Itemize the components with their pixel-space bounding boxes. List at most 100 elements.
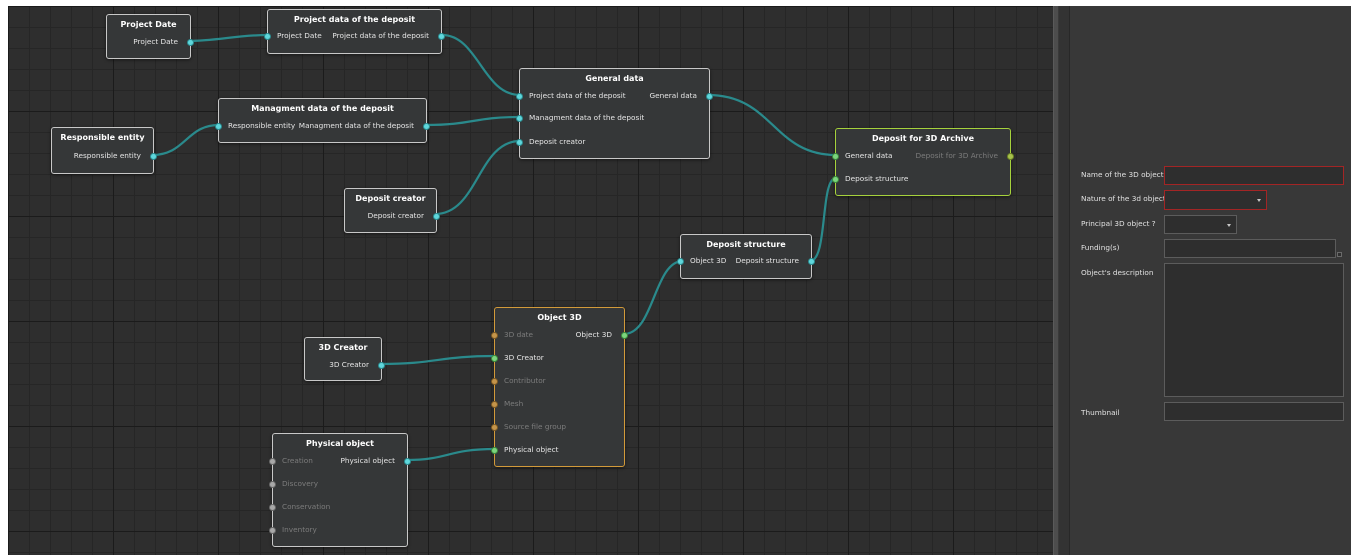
input-port-label: Discovery bbox=[282, 479, 319, 488]
node-title: Project data of the deposit bbox=[293, 15, 416, 24]
output-port-label: Physical object bbox=[340, 456, 396, 465]
input-pin[interactable] bbox=[677, 257, 684, 265]
output-pin[interactable] bbox=[378, 361, 385, 369]
node-title: Deposit creator bbox=[355, 194, 426, 203]
input-port-label: Managment data of the deposit bbox=[529, 113, 645, 122]
output-pin[interactable] bbox=[621, 331, 628, 339]
output-pin[interactable] bbox=[404, 457, 411, 465]
output-pin[interactable] bbox=[1007, 152, 1014, 160]
wire-responsible-entity bbox=[151, 123, 220, 157]
output-pin[interactable] bbox=[423, 122, 430, 130]
wire-deposit-structure bbox=[809, 176, 837, 263]
node-title: Deposit structure bbox=[706, 240, 786, 249]
node-title: Responsible entity bbox=[60, 133, 145, 142]
output-pin[interactable] bbox=[438, 32, 445, 40]
funding-label: Funding(s) bbox=[1081, 243, 1120, 252]
node-title: Project Date bbox=[120, 20, 177, 29]
wire-project-date bbox=[185, 33, 269, 43]
funding-input[interactable] bbox=[1164, 239, 1336, 258]
node-title: Physical object bbox=[306, 439, 374, 448]
input-pin[interactable] bbox=[491, 377, 498, 385]
input-pin[interactable] bbox=[832, 175, 839, 183]
panel-gutter bbox=[1059, 6, 1070, 555]
nature-select[interactable] bbox=[1164, 190, 1267, 210]
input-pin[interactable] bbox=[269, 457, 276, 465]
input-pin[interactable] bbox=[491, 354, 498, 362]
node-project-data[interactable]: Project data of the deposit Project Date… bbox=[264, 9, 445, 54]
node-physical-object[interactable]: Physical object Creation Discovery Conse… bbox=[269, 433, 411, 547]
node-deposit-creator[interactable]: Deposit creator Deposit creator bbox=[344, 188, 440, 233]
input-pin[interactable] bbox=[269, 503, 276, 511]
node-deposit-archive[interactable]: Deposit for 3D Archive General data Depo… bbox=[832, 128, 1014, 196]
node-general-data[interactable]: General data Project data of the deposit… bbox=[516, 68, 713, 159]
output-port-label: Project data of the deposit bbox=[332, 31, 429, 40]
principal-label: Principal 3D object ? bbox=[1081, 219, 1156, 228]
input-pin[interactable] bbox=[516, 138, 523, 146]
wire-general-data bbox=[707, 93, 837, 157]
input-pin[interactable] bbox=[491, 400, 498, 408]
output-port-label: Deposit creator bbox=[367, 211, 424, 220]
wire-physical-object bbox=[406, 447, 496, 462]
node-title: Managment data of the deposit bbox=[251, 104, 394, 113]
description-textarea[interactable] bbox=[1164, 263, 1344, 397]
wire-object-3d bbox=[623, 259, 684, 336]
input-pin[interactable] bbox=[491, 423, 498, 431]
name-label: Name of the 3D object bbox=[1081, 170, 1164, 179]
node-responsible-entity[interactable]: Responsible entity Responsible entity bbox=[51, 127, 157, 174]
wire-managment-data bbox=[425, 115, 521, 127]
output-pin[interactable] bbox=[187, 38, 194, 46]
input-pin[interactable] bbox=[264, 32, 271, 40]
output-pin[interactable] bbox=[706, 92, 713, 100]
input-pin[interactable] bbox=[269, 480, 276, 488]
input-port-label: Contributor bbox=[504, 376, 546, 385]
output-port-label: Managment data of the deposit bbox=[298, 121, 414, 130]
node-graph-canvas[interactable]: Project Date Project Date Project data o… bbox=[8, 6, 1053, 555]
input-pin[interactable] bbox=[832, 152, 839, 160]
node-project-date[interactable]: Project Date Project Date bbox=[106, 14, 194, 59]
wire-3d-creator bbox=[378, 354, 496, 366]
principal-select[interactable] bbox=[1164, 215, 1237, 234]
input-port-label: Project Date bbox=[277, 31, 322, 40]
input-port-label: 3D Creator bbox=[504, 353, 544, 362]
input-pin[interactable] bbox=[516, 92, 523, 100]
name-input[interactable] bbox=[1164, 166, 1344, 185]
input-port-label: Inventory bbox=[282, 525, 317, 534]
node-object-3d[interactable]: Object 3D 3D date 3D Creator Contributor… bbox=[491, 307, 628, 467]
input-port-label: Responsible entity bbox=[228, 121, 296, 130]
output-pin[interactable] bbox=[808, 257, 815, 265]
input-pin[interactable] bbox=[491, 331, 498, 339]
node-title: Deposit for 3D Archive bbox=[871, 134, 975, 143]
node-deposit-structure[interactable]: Deposit structure Object 3D Deposit stru… bbox=[677, 234, 815, 279]
input-pin[interactable] bbox=[516, 114, 523, 122]
node-3d-creator[interactable]: 3D Creator 3D Creator bbox=[304, 337, 385, 381]
nature-label: Nature of the 3d object bbox=[1081, 194, 1166, 203]
node-title: Object 3D bbox=[537, 313, 582, 322]
chevron-down-icon bbox=[1227, 223, 1231, 227]
funding-add-button[interactable] bbox=[1337, 252, 1342, 257]
output-port-label: Responsible entity bbox=[73, 151, 141, 160]
description-label: Object's description bbox=[1081, 268, 1154, 277]
chevron-down-icon bbox=[1257, 199, 1261, 202]
node-title: General data bbox=[585, 74, 644, 83]
wire-project-data bbox=[441, 33, 521, 97]
output-port-label: Deposit for 3D Archive bbox=[915, 151, 998, 160]
wire-deposit-creator bbox=[434, 139, 521, 216]
output-port-label: 3D Creator bbox=[329, 360, 369, 369]
input-port-label: Creation bbox=[282, 456, 313, 465]
input-pin[interactable] bbox=[491, 446, 498, 454]
node-managment-data[interactable]: Managment data of the deposit Responsibl… bbox=[215, 98, 430, 143]
input-port-label: Deposit creator bbox=[529, 137, 586, 146]
input-port-label: General data bbox=[845, 151, 893, 160]
input-port-label: Source file group bbox=[504, 422, 567, 431]
output-pin[interactable] bbox=[150, 152, 157, 160]
output-port-label: Deposit structure bbox=[735, 256, 799, 265]
thumbnail-label: Thumbnail bbox=[1081, 408, 1120, 417]
thumbnail-field[interactable] bbox=[1164, 402, 1344, 421]
output-port-label: Object 3D bbox=[575, 330, 612, 339]
output-port-label: General data bbox=[649, 91, 697, 100]
input-pin[interactable] bbox=[215, 122, 222, 130]
input-port-label: 3D date bbox=[504, 330, 534, 339]
input-port-label: Physical object bbox=[504, 445, 559, 454]
output-pin[interactable] bbox=[433, 212, 440, 220]
input-pin[interactable] bbox=[269, 526, 276, 534]
